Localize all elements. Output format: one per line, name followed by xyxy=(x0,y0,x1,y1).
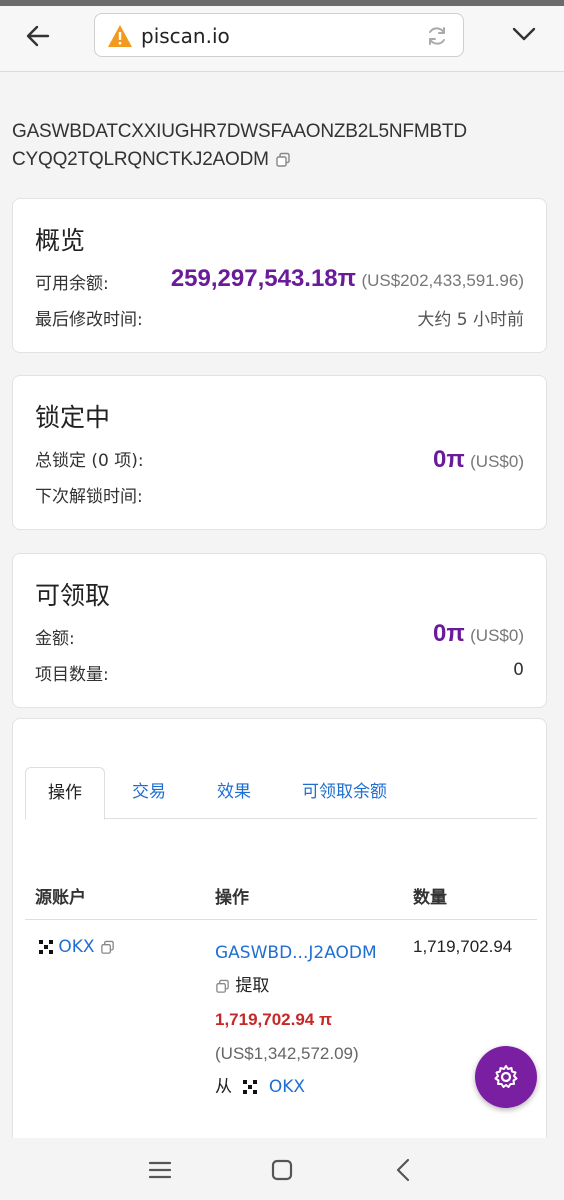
address-line-2: CYQQ2TQLRQNCTKJ2AODM xyxy=(12,149,269,170)
back-arrow-icon xyxy=(26,25,50,47)
address-bar[interactable]: piscan.io xyxy=(94,13,464,57)
operation-usd: (US$1,342,572.09) xyxy=(215,1044,359,1063)
gear-icon xyxy=(494,1065,518,1088)
next-unlock-label: 下次解锁时间: xyxy=(35,487,143,507)
locked-card: 锁定中 总锁定 (0 项): 0π (US$0) 下次解锁时间: xyxy=(12,375,547,530)
claimable-amount-pi: 0π xyxy=(433,620,465,647)
copy-icon[interactable] xyxy=(215,979,230,994)
overview-card: 概览 可用余额: 259,297,543.18π (US$202,433,591… xyxy=(12,198,547,353)
copy-icon[interactable] xyxy=(275,152,291,168)
claimable-card: 可领取 金额: 0π (US$0) 项目数量: 0 xyxy=(12,553,547,708)
overview-title: 概览 xyxy=(35,226,86,255)
claimable-title: 可领取 xyxy=(35,581,111,610)
available-balance-value: 259,297,543.18π (US$202,433,591.96) xyxy=(171,265,524,293)
available-balance-usd: (US$202,433,591.96) xyxy=(361,271,524,290)
home-square-icon xyxy=(271,1159,293,1181)
source-account-link[interactable]: OKX xyxy=(58,937,94,957)
recent-apps-button[interactable] xyxy=(146,1156,174,1184)
claimable-amount-label: 金额: xyxy=(35,629,75,649)
last-modified-label: 最后修改时间: xyxy=(35,310,143,330)
row-quantity: 1,719,702.94 xyxy=(413,937,513,956)
operation-amount: 1,719,702.94 π xyxy=(215,1010,332,1029)
available-balance-pi: 259,297,543.18π xyxy=(170,265,357,292)
header-source-account: 源账户 xyxy=(35,888,86,908)
copy-icon[interactable] xyxy=(100,940,115,955)
address-line-1: GASWBDATCXXIUGHR7DWSFAAONZB2L5NFMBTD xyxy=(12,121,467,142)
system-nav-bar xyxy=(0,1138,564,1200)
total-locked-usd: (US$0) xyxy=(470,452,524,471)
menu-lines-icon xyxy=(148,1161,172,1179)
okx-logo-icon xyxy=(243,1080,258,1094)
browser-toolbar: piscan.io xyxy=(0,6,564,72)
menu-button[interactable] xyxy=(510,20,538,48)
tab-bar: 操作 交易 效果 可领取余额 xyxy=(25,767,537,820)
tab-transactions[interactable]: 交易 xyxy=(110,767,188,819)
last-modified-value: 大约 5 小时前 xyxy=(417,310,524,330)
tab-effects[interactable]: 效果 xyxy=(195,767,273,819)
table-header-divider xyxy=(25,919,537,920)
operation-account-link[interactable]: GASWBD...J2AODM xyxy=(215,943,377,963)
home-button[interactable] xyxy=(268,1156,296,1184)
total-locked-value: 0π (US$0) xyxy=(433,446,524,474)
operations-card: 操作 交易 效果 可领取余额 源账户 操作 数量 OKX GASWBD...J2… xyxy=(12,718,547,1138)
row-source: OKX xyxy=(39,937,115,957)
claimable-amount-value: 0π (US$0) xyxy=(433,620,524,648)
chevron-down-icon xyxy=(512,27,536,41)
total-locked-label: 总锁定 (0 项): xyxy=(35,451,144,471)
url-text: piscan.io xyxy=(141,24,230,48)
account-address: GASWBDATCXXIUGHR7DWSFAAONZB2L5NFMBTD CYQ… xyxy=(12,118,552,174)
reload-icon[interactable] xyxy=(425,24,449,48)
operation-from-link[interactable]: OKX xyxy=(269,1077,305,1097)
claimable-count-label: 项目数量: xyxy=(35,665,109,685)
available-balance-label: 可用余额: xyxy=(35,274,109,294)
total-locked-pi: 0π xyxy=(433,446,465,473)
tab-operations[interactable]: 操作 xyxy=(25,767,105,820)
okx-logo-icon xyxy=(39,940,53,954)
row-operation: GASWBD...J2AODM 提取 1,719,702.94 π (US$1,… xyxy=(215,937,405,1104)
back-chevron-icon xyxy=(396,1158,410,1182)
operation-from-label: 从 xyxy=(215,1077,232,1097)
back-button[interactable] xyxy=(22,20,54,52)
tab-claimable-balances[interactable]: 可领取余额 xyxy=(280,767,409,819)
claimable-count-value: 0 xyxy=(513,660,524,680)
claimable-amount-usd: (US$0) xyxy=(470,626,524,645)
warning-icon[interactable] xyxy=(107,24,133,48)
settings-button[interactable] xyxy=(475,1046,537,1108)
locked-title: 锁定中 xyxy=(35,403,111,432)
header-operation: 操作 xyxy=(215,888,249,908)
system-back-button[interactable] xyxy=(390,1156,418,1184)
operation-type: 提取 xyxy=(235,976,270,996)
header-quantity: 数量 xyxy=(413,888,447,908)
